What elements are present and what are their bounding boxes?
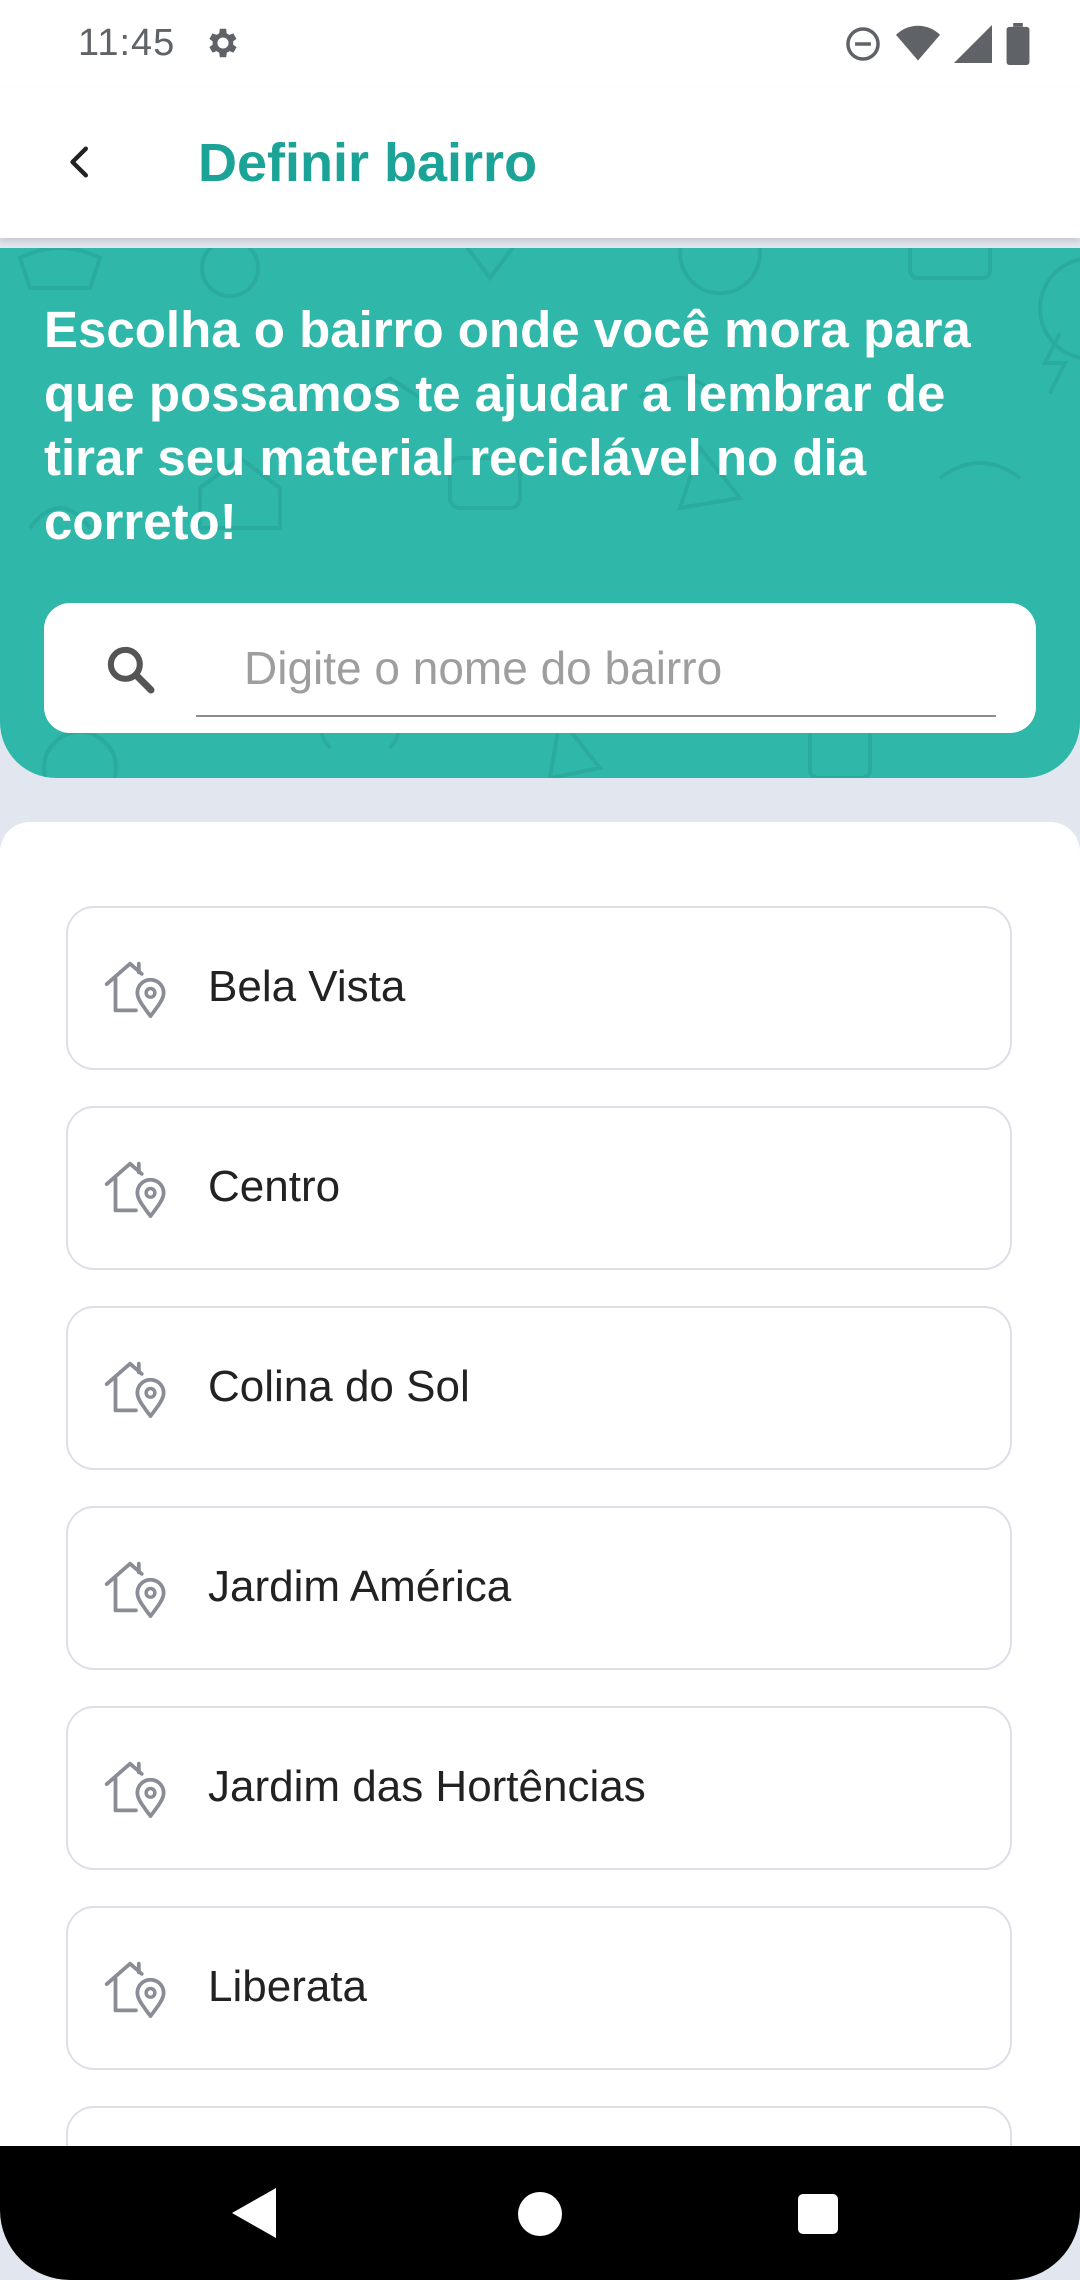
house-location-icon (104, 1961, 166, 2019)
house-location-icon (104, 1761, 166, 1819)
search-input[interactable] (196, 621, 996, 717)
nav-home-icon[interactable] (518, 2192, 562, 2236)
list-item[interactable]: Bela Vista (66, 906, 1012, 1070)
nav-recents-icon[interactable] (798, 2194, 838, 2234)
dnd-icon (846, 27, 880, 61)
chevron-left-icon (70, 146, 89, 178)
app-bar: Definir bairro (0, 88, 1080, 238)
search-icon (107, 646, 155, 694)
house-location-icon (104, 1561, 166, 1619)
house-location-icon (104, 1161, 166, 1219)
house-location-icon (104, 1361, 166, 1419)
house-location-icon (104, 952, 166, 1019)
wifi-icon (896, 25, 940, 61)
search-box (44, 603, 1036, 733)
list-item[interactable]: Jardim América (66, 1506, 1012, 1670)
list-item-label: Jardim América (208, 1562, 512, 1611)
status-bar: 11:45 (0, 0, 1080, 88)
status-icons (844, 22, 1030, 66)
list-item-label: Colina do Sol (208, 1362, 470, 1411)
list-item[interactable]: Colina do Sol (66, 1306, 1012, 1470)
system-navigation-bar (0, 2146, 1080, 2280)
nav-back-icon[interactable] (232, 2188, 276, 2238)
info-banner: Escolha o bairro onde você mora para que… (0, 248, 1080, 778)
gear-icon (209, 28, 237, 58)
list-item-label: Centro (208, 1162, 341, 1211)
page-title: Definir bairro (198, 133, 538, 193)
list-item[interactable]: Liberata (66, 1906, 1012, 2070)
signal-icon (954, 25, 992, 63)
battery-icon (1006, 23, 1030, 65)
banner-message: Escolha o bairro onde você mora para que… (44, 301, 971, 550)
list-item[interactable]: Jardim das Hortências (66, 1706, 1012, 1870)
list-item-label: Jardim das Hortências (208, 1762, 646, 1811)
neighborhood-list: Bela Vista Centro Colina do Sol Jardim A… (0, 822, 1080, 2152)
list-item-label: Bela Vista (208, 962, 406, 1011)
list-item[interactable]: Centro (66, 1106, 1012, 1270)
list-item-label: Liberata (208, 1962, 368, 2011)
back-button[interactable] (44, 126, 116, 198)
status-time: 11:45 (78, 22, 176, 64)
